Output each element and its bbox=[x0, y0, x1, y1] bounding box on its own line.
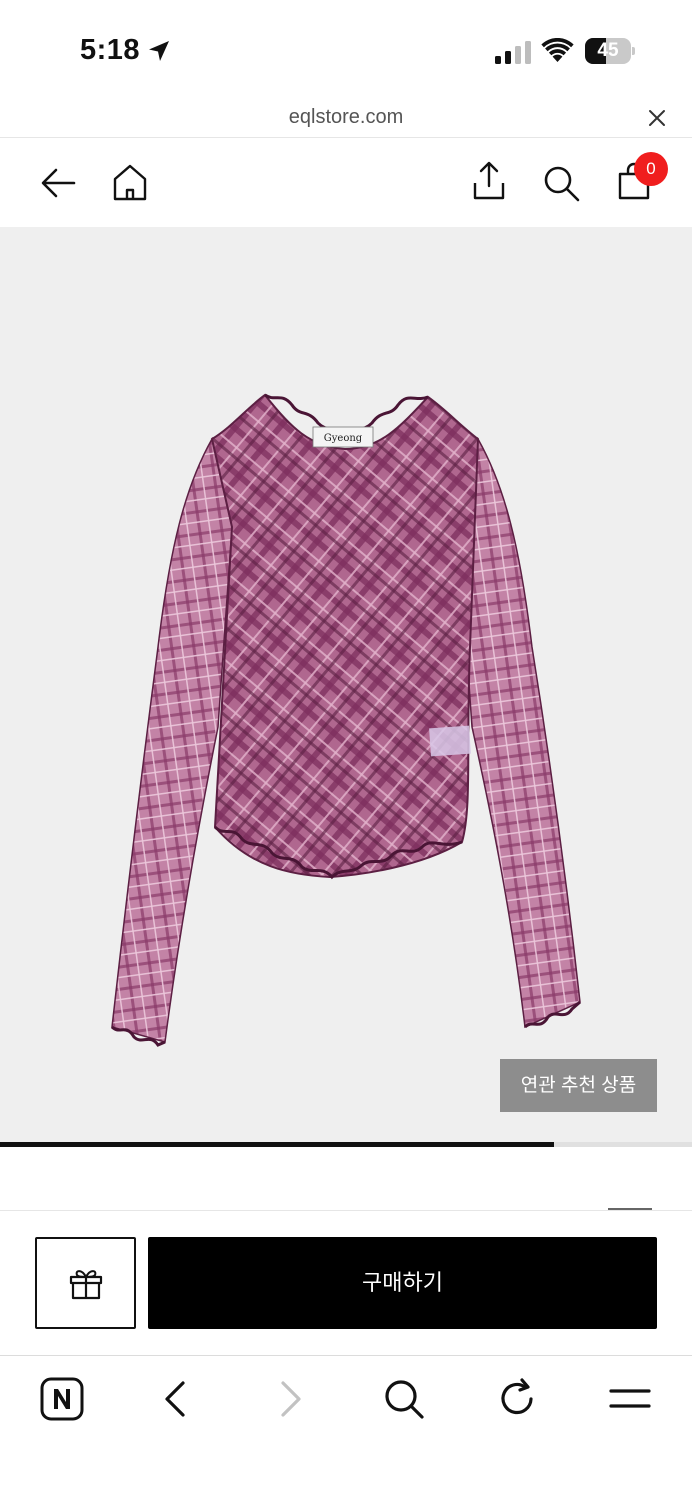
garment-label-text: Gyeong bbox=[324, 433, 363, 444]
browser-forward-icon[interactable] bbox=[267, 1376, 313, 1422]
related-products-button[interactable]: 연관 추천 상품 bbox=[500, 1059, 657, 1112]
status-bar: 5:18 45 bbox=[0, 0, 692, 96]
url-domain[interactable]: eqlstore.com bbox=[0, 106, 692, 129]
close-icon[interactable] bbox=[647, 108, 667, 128]
browser-back-icon[interactable] bbox=[153, 1376, 199, 1422]
url-bar[interactable]: eqlstore.com bbox=[0, 96, 692, 138]
cellular-signal-icon bbox=[495, 41, 531, 64]
browser-toolbar bbox=[0, 1356, 692, 1500]
location-arrow-icon bbox=[149, 41, 169, 61]
app-header bbox=[0, 139, 692, 227]
search-icon[interactable] bbox=[541, 163, 581, 203]
gift-button[interactable] bbox=[35, 1237, 136, 1329]
share-icon[interactable] bbox=[469, 161, 509, 201]
menu-icon[interactable] bbox=[607, 1376, 653, 1422]
buy-button[interactable]: 구매하기 bbox=[148, 1237, 657, 1329]
gift-icon bbox=[69, 1270, 103, 1300]
refresh-icon[interactable] bbox=[494, 1376, 540, 1422]
carousel-progress bbox=[0, 1142, 692, 1147]
back-arrow-icon[interactable] bbox=[38, 163, 78, 203]
carousel-progress-fill bbox=[0, 1142, 554, 1147]
home-icon[interactable] bbox=[110, 163, 150, 203]
browser-search-icon[interactable] bbox=[381, 1376, 427, 1422]
battery-level: 45 bbox=[597, 40, 619, 61]
battery-icon: 45 bbox=[585, 38, 635, 64]
plaid-top-illustration: Gyeong bbox=[110, 393, 581, 1047]
status-time: 5:18 bbox=[80, 34, 141, 66]
wifi-icon bbox=[541, 38, 574, 62]
naver-home-icon[interactable] bbox=[39, 1376, 85, 1422]
cart-count-badge: 0 bbox=[634, 152, 668, 186]
product-image[interactable]: Gyeong bbox=[0, 227, 692, 1142]
